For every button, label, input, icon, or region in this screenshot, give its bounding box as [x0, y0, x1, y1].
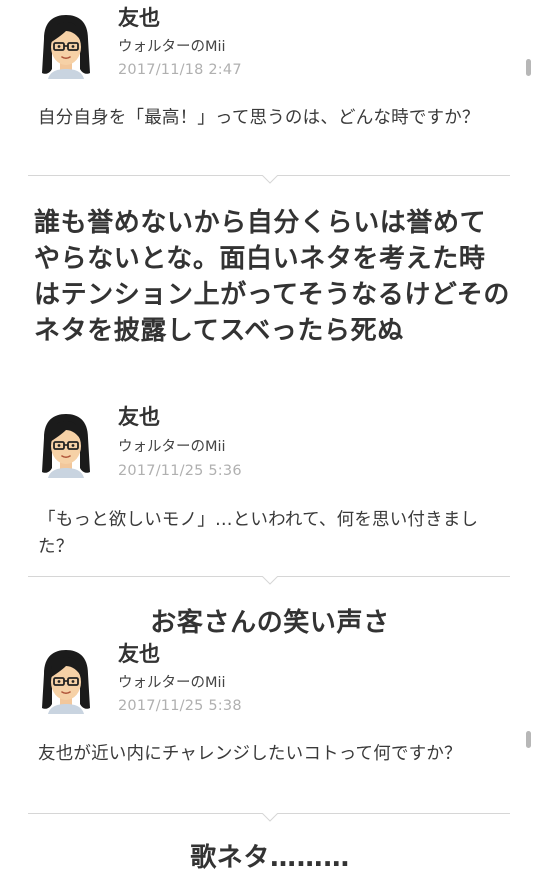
post-timestamp: 2017/11/18 2:47 — [118, 62, 242, 78]
down-notch-icon — [262, 576, 278, 585]
answer-text: 誰も誉めないから自分くらいは誉めてやらないとな。面白いネタを考えた時はテンション… — [34, 208, 510, 346]
mii-avatar-icon[interactable] — [36, 412, 96, 478]
answer-text: お客さんの笑い声さ — [150, 608, 390, 638]
mii-avatar-icon[interactable] — [36, 13, 96, 79]
author-mii-label[interactable]: ウォルターのMii — [118, 40, 226, 55]
question-text: 友也が近い内にチャレンジしたいコトって何ですか？ — [38, 744, 462, 764]
mii-avatar-icon[interactable] — [36, 648, 96, 714]
scroll-indicator[interactable] — [526, 59, 531, 76]
author-name[interactable]: 友也 — [118, 8, 160, 29]
author-name[interactable]: 友也 — [118, 407, 160, 428]
question-text: 自分自身を「最高！」って思うのは、どんな時ですか？ — [38, 108, 480, 128]
question-text: 「もっと欲しいモノ」…といわれて、何を思い付きました？ — [38, 510, 479, 557]
down-notch-icon — [262, 813, 278, 822]
scroll-indicator[interactable] — [526, 731, 531, 748]
down-notch-icon — [262, 175, 278, 184]
author-mii-label[interactable]: ウォルターのMii — [118, 440, 226, 455]
author-mii-label[interactable]: ウォルターのMii — [118, 676, 226, 691]
post-timestamp: 2017/11/25 5:38 — [118, 698, 242, 714]
answer-text: 歌ネタ……… — [190, 843, 350, 873]
author-name[interactable]: 友也 — [118, 644, 160, 665]
post-timestamp: 2017/11/25 5:36 — [118, 463, 242, 479]
